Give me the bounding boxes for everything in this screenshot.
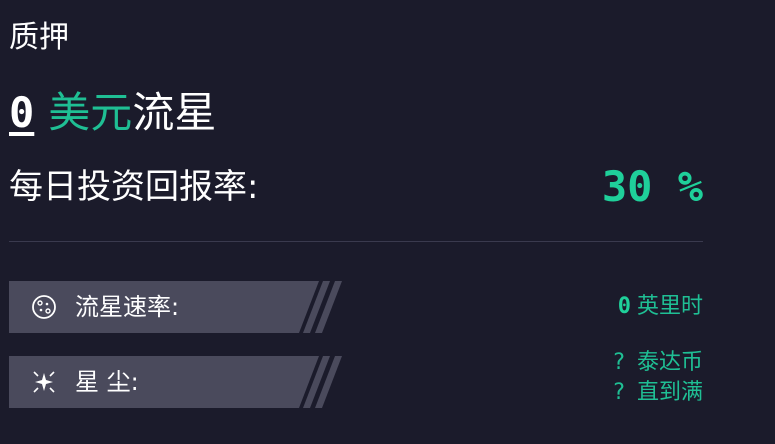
stardust-time-unknown: ? <box>613 380 625 405</box>
amount-currency: 美元 <box>48 88 133 137</box>
speed-number: 0 <box>617 294 631 319</box>
stardust-label: 星 尘: <box>75 368 139 396</box>
amount-value: 0 <box>9 88 35 137</box>
meteor-speed-tag: 流星速率: <box>9 281 349 333</box>
meteor-speed-label: 流星速率: <box>75 293 180 321</box>
stardust-value-line2: ? 直到满 <box>613 378 703 408</box>
daily-roi-value: 30 % <box>601 162 703 211</box>
daily-roi-row: 每日投资回报率: 30 % <box>9 162 703 212</box>
sparkle-burst-icon <box>33 371 55 393</box>
stardust-value-line1: ? 泰达币 <box>613 348 703 378</box>
meteor-speed-value: 0 英里时 <box>618 290 703 324</box>
amount-unit: 流星 <box>132 88 217 137</box>
stardust-until-full: 直到满 <box>636 380 703 405</box>
cookie-meteor-icon <box>32 295 56 319</box>
daily-roi-label: 每日投资回报率: <box>9 167 259 207</box>
staked-amount: 0 美元流星 <box>9 84 216 142</box>
tag-background <box>9 356 342 408</box>
divider <box>9 241 703 242</box>
stardust-amount-unknown: ? <box>613 350 625 375</box>
page-title: 质押 <box>9 20 69 55</box>
speed-unit: 英里时 <box>636 294 703 319</box>
stardust-currency: 泰达币 <box>636 350 703 375</box>
stardust-tag: 星 尘: <box>9 356 349 408</box>
